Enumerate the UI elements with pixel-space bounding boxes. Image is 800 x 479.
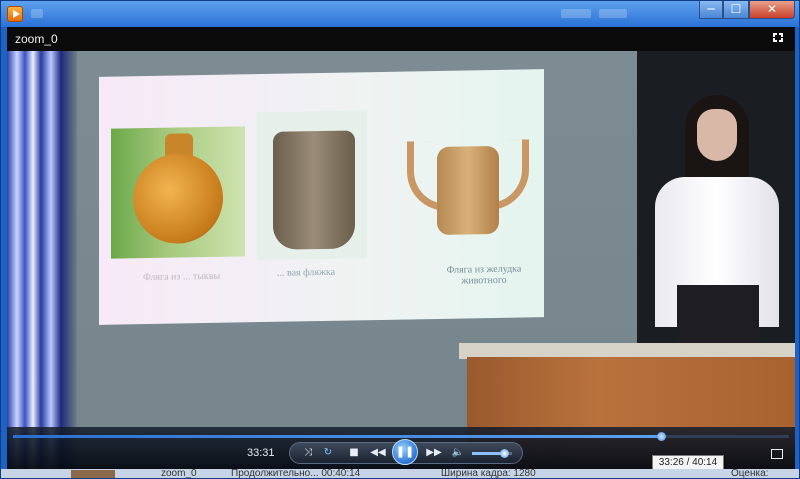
- background-thumbnail: [71, 470, 115, 478]
- bark-flask: [273, 130, 355, 250]
- minimize-button[interactable]: ─: [699, 1, 723, 19]
- pause-button[interactable]: ❚❚: [392, 439, 418, 465]
- media-player-window: ─ ☐ ✕ zoom_0 Фляга из ... тыквы ... вая …: [0, 0, 800, 479]
- maximize-button[interactable]: ☐: [723, 1, 749, 19]
- fullscreen-icon[interactable]: [773, 33, 785, 43]
- presenter-skirt: [677, 285, 759, 345]
- next-button[interactable]: ▶▶: [424, 446, 444, 460]
- video-header: zoom_0: [7, 27, 795, 51]
- presenter-silhouette: [647, 95, 787, 355]
- elapsed-time: 33:31: [247, 447, 275, 459]
- title-bar-ghost-text: [599, 9, 627, 18]
- gourd-body: [133, 152, 223, 245]
- title-bar[interactable]: ─ ☐ ✕: [1, 1, 799, 27]
- title-bar-ghost-text: [561, 9, 591, 18]
- seek-bar[interactable]: [13, 432, 789, 441]
- close-button[interactable]: ✕: [749, 1, 795, 19]
- background-item: Ширина кадра: 1280: [441, 469, 536, 479]
- title-bar-back-glyph: [31, 9, 43, 18]
- repeat-button[interactable]: ↻: [320, 446, 336, 460]
- background-item: zoom_0: [161, 469, 197, 479]
- slide-caption: Фляга из ... тыквы: [143, 270, 221, 284]
- media-player-app-icon: [7, 6, 23, 22]
- slide-caption: ... вая фляжка: [277, 266, 336, 279]
- seek-bar-thumb[interactable]: [656, 432, 666, 441]
- shuffle-button[interactable]: ⤨: [300, 446, 316, 460]
- volume-icon[interactable]: 🔈: [450, 446, 466, 460]
- volume-slider[interactable]: [472, 449, 512, 458]
- video-area[interactable]: zoom_0 Фляга из ... тыквы ... вая фляжка…: [7, 27, 795, 469]
- background-item: Продолжительно... 00:40:14: [231, 469, 361, 479]
- stop-button[interactable]: ■: [346, 446, 362, 460]
- background-library-strip: zoom_0 Продолжительно... 00:40:14 Ширина…: [1, 469, 799, 479]
- seek-bar-progress: [13, 435, 661, 438]
- projected-slide: Фляга из ... тыквы ... вая фляжка Фляга …: [99, 69, 544, 325]
- window-curtain: [7, 51, 77, 469]
- previous-button[interactable]: ◀◀: [368, 446, 388, 460]
- stomach-flask: [437, 145, 499, 235]
- background-item: Оценка:: [731, 469, 769, 479]
- slide-caption: Фляга из желудка животного: [446, 263, 522, 287]
- video-title: zoom_0: [15, 32, 58, 46]
- presenter-head: [697, 109, 737, 161]
- gourd-flask-photo: [111, 126, 245, 259]
- volume-slider-thumb[interactable]: [500, 449, 509, 458]
- transport-controls: ⤨ ↻ ■ ◀◀ ❚❚ ▶▶ 🔈: [289, 439, 523, 465]
- bark-flask-photo: [257, 110, 367, 261]
- video-frame: Фляга из ... тыквы ... вая фляжка Фляга …: [7, 51, 795, 469]
- switch-to-library-icon[interactable]: [771, 449, 783, 459]
